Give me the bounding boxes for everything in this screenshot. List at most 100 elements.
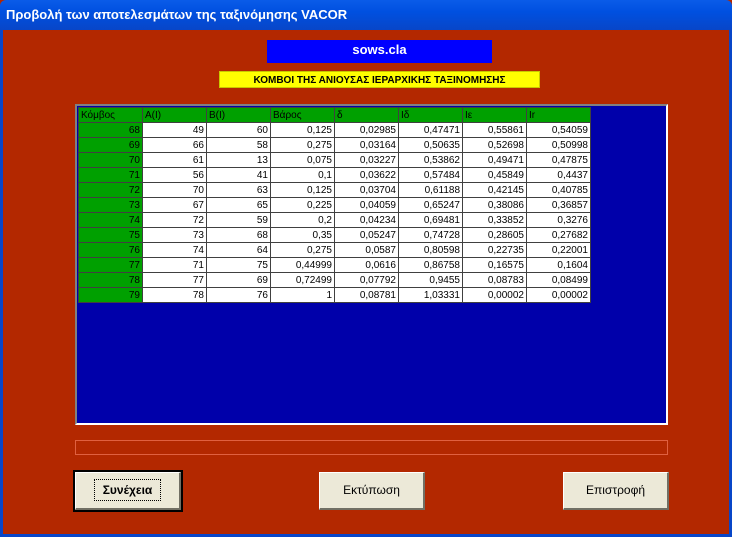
table-cell[interactable]: 0,44999 bbox=[270, 257, 335, 273]
table-cell[interactable]: 0,02985 bbox=[334, 122, 399, 138]
table-cell[interactable]: 0,45849 bbox=[462, 167, 527, 183]
table-cell[interactable]: 0,03622 bbox=[334, 167, 399, 183]
table-row[interactable]: 77 71 75 0,44999 0,0616 0,86758 0,16575 0,1604 bbox=[78, 257, 591, 273]
table-cell[interactable]: 72 bbox=[142, 212, 207, 228]
table-cell[interactable]: 49 bbox=[142, 122, 207, 138]
continue-button[interactable]: Συνέχεια bbox=[73, 470, 183, 512]
table-row[interactable]: 69 66 58 0,275 0,03164 0,50635 0,52698 0,50998 bbox=[78, 137, 591, 153]
table-cell[interactable]: 0,00002 bbox=[526, 287, 591, 303]
results-grid[interactable]: Κόμβος A(I) B(I) Βάρος δ Ιδ Ιε Ιr 68 49 60… bbox=[75, 104, 668, 425]
table-cell[interactable]: 78 bbox=[142, 287, 207, 303]
table-cell[interactable]: 0,4437 bbox=[526, 167, 591, 183]
table-cell[interactable]: 0,03164 bbox=[334, 137, 399, 153]
print-button[interactable]: Εκτύπωση bbox=[319, 472, 425, 510]
table-cell[interactable]: 13 bbox=[206, 152, 271, 168]
row-header-cell[interactable]: 77 bbox=[78, 257, 143, 273]
table-cell[interactable]: 0,72499 bbox=[270, 272, 335, 288]
table-cell[interactable]: 0,075 bbox=[270, 152, 335, 168]
table-cell[interactable]: 0,1604 bbox=[526, 257, 591, 273]
table-cell[interactable]: 0,86758 bbox=[398, 257, 463, 273]
table-cell[interactable]: 64 bbox=[206, 242, 271, 258]
table-row[interactable]: 74 72 59 0,2 0,04234 0,69481 0,33852 0,3276 bbox=[78, 212, 591, 228]
table-cell[interactable]: 0,38086 bbox=[462, 197, 527, 213]
table-cell[interactable]: 0,40785 bbox=[526, 182, 591, 198]
table-cell[interactable]: 0,27682 bbox=[526, 227, 591, 243]
table-cell[interactable]: 74 bbox=[142, 242, 207, 258]
table-cell[interactable]: 0,69481 bbox=[398, 212, 463, 228]
table-cell[interactable]: 0,04059 bbox=[334, 197, 399, 213]
back-button[interactable]: Επιστροφή bbox=[563, 472, 669, 510]
row-header-cell[interactable]: 74 bbox=[78, 212, 143, 228]
table-row[interactable]: 76 74 64 0,275 0,0587 0,80598 0,22735 0,22001 bbox=[78, 242, 591, 258]
table-cell[interactable]: 0,57484 bbox=[398, 167, 463, 183]
table-cell[interactable]: 77 bbox=[142, 272, 207, 288]
table-cell[interactable]: 0,3276 bbox=[526, 212, 591, 228]
table-cell[interactable]: 0,22001 bbox=[526, 242, 591, 258]
table-cell[interactable]: 0,52698 bbox=[462, 137, 527, 153]
table-cell[interactable]: 0,275 bbox=[270, 242, 335, 258]
table-row[interactable]: 72 70 63 0,125 0,03704 0,61188 0,42145 0,40785 bbox=[78, 182, 591, 198]
table-cell[interactable]: 0,08499 bbox=[526, 272, 591, 288]
table-cell[interactable]: 0,04234 bbox=[334, 212, 399, 228]
table-cell[interactable]: 0,1 bbox=[270, 167, 335, 183]
table-cell[interactable]: 0,00002 bbox=[462, 287, 527, 303]
table-row[interactable]: 78 77 69 0,72499 0,07792 0,9455 0,08783 0,08499 bbox=[78, 272, 591, 288]
table-cell[interactable]: 0,47471 bbox=[398, 122, 463, 138]
table-cell[interactable]: 0,33852 bbox=[462, 212, 527, 228]
table-cell[interactable]: 0,49471 bbox=[462, 152, 527, 168]
table-row[interactable]: 71 56 41 0,1 0,03622 0,57484 0,45849 0,4437 bbox=[78, 167, 591, 183]
table-cell[interactable]: 58 bbox=[206, 137, 271, 153]
table-cell[interactable]: 68 bbox=[206, 227, 271, 243]
row-header-cell[interactable]: 71 bbox=[78, 167, 143, 183]
table-cell[interactable]: 0,125 bbox=[270, 182, 335, 198]
table-cell[interactable]: 0,80598 bbox=[398, 242, 463, 258]
table-row[interactable]: 70 61 13 0,075 0,03227 0,53862 0,49471 0,47875 bbox=[78, 152, 591, 168]
row-header-cell[interactable]: 72 bbox=[78, 182, 143, 198]
table-cell[interactable]: 0,50998 bbox=[526, 137, 591, 153]
table-cell[interactable]: 0,125 bbox=[270, 122, 335, 138]
row-header-cell[interactable]: 68 bbox=[78, 122, 143, 138]
table-cell[interactable]: 0,03704 bbox=[334, 182, 399, 198]
row-header-cell[interactable]: 79 bbox=[78, 287, 143, 303]
table-cell[interactable]: 0,36857 bbox=[526, 197, 591, 213]
row-header-cell[interactable]: 73 bbox=[78, 197, 143, 213]
table-cell[interactable]: 65 bbox=[206, 197, 271, 213]
table-cell[interactable]: 70 bbox=[142, 182, 207, 198]
table-cell[interactable]: 0,05247 bbox=[334, 227, 399, 243]
table-cell[interactable]: 56 bbox=[142, 167, 207, 183]
table-cell[interactable]: 0,35 bbox=[270, 227, 335, 243]
table-cell[interactable]: 0,9455 bbox=[398, 272, 463, 288]
table-cell[interactable]: 0,74728 bbox=[398, 227, 463, 243]
table-cell[interactable]: 0,65247 bbox=[398, 197, 463, 213]
table-cell[interactable]: 0,50635 bbox=[398, 137, 463, 153]
table-cell[interactable]: 41 bbox=[206, 167, 271, 183]
table-cell[interactable]: 0,08781 bbox=[334, 287, 399, 303]
table-cell[interactable]: 1,03331 bbox=[398, 287, 463, 303]
table-cell[interactable]: 59 bbox=[206, 212, 271, 228]
table-cell[interactable]: 75 bbox=[206, 257, 271, 273]
row-header-cell[interactable]: 76 bbox=[78, 242, 143, 258]
row-header-cell[interactable]: 75 bbox=[78, 227, 143, 243]
table-cell[interactable]: 0,0616 bbox=[334, 257, 399, 273]
table-row[interactable]: 68 49 60 0,125 0,02985 0,47471 0,55861 0,54059 bbox=[78, 122, 591, 138]
table-cell[interactable]: 66 bbox=[142, 137, 207, 153]
table-row[interactable]: 75 73 68 0,35 0,05247 0,74728 0,28605 0,27682 bbox=[78, 227, 591, 243]
table-cell[interactable]: 0,08783 bbox=[462, 272, 527, 288]
table-cell[interactable]: 0,47875 bbox=[526, 152, 591, 168]
table-cell[interactable]: 67 bbox=[142, 197, 207, 213]
table-cell[interactable]: 0,54059 bbox=[526, 122, 591, 138]
table-cell[interactable]: 0,53862 bbox=[398, 152, 463, 168]
table-cell[interactable]: 71 bbox=[142, 257, 207, 273]
table-cell[interactable]: 0,22735 bbox=[462, 242, 527, 258]
table-cell[interactable]: 69 bbox=[206, 272, 271, 288]
table-cell[interactable]: 0,225 bbox=[270, 197, 335, 213]
table-cell[interactable]: 0,0587 bbox=[334, 242, 399, 258]
table-cell[interactable]: 0,275 bbox=[270, 137, 335, 153]
table-cell[interactable]: 0,2 bbox=[270, 212, 335, 228]
table-cell[interactable]: 0,07792 bbox=[334, 272, 399, 288]
table-cell[interactable]: 76 bbox=[206, 287, 271, 303]
table-cell[interactable]: 0,16575 bbox=[462, 257, 527, 273]
table-cell[interactable]: 0,61188 bbox=[398, 182, 463, 198]
table-cell[interactable]: 0,42145 bbox=[462, 182, 527, 198]
table-cell[interactable]: 60 bbox=[206, 122, 271, 138]
